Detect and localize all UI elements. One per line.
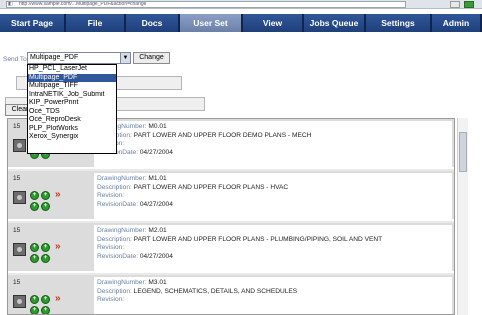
add-icon[interactable]: + (30, 191, 39, 200)
change-button[interactable]: Change (133, 52, 170, 64)
tab-admin[interactable]: Admin (432, 14, 482, 32)
tab-docs[interactable]: Docs (126, 14, 180, 32)
go-button[interactable] (464, 1, 474, 8)
drawing-number: M0.01 (148, 123, 167, 130)
option-xerox-synergix[interactable]: Xerox_Synergix (28, 133, 116, 142)
drawing-number-label: DrawingNumber: (97, 279, 147, 286)
tab-jobs-queue[interactable]: Jobs Queue (304, 14, 366, 32)
add-icon[interactable]: + (41, 295, 50, 304)
tab-view[interactable]: View (243, 14, 304, 32)
add-icon[interactable]: + (41, 202, 50, 211)
add-icon[interactable]: + (30, 295, 39, 304)
add-icon[interactable]: + (41, 306, 50, 314)
list-item: 15 + + + + » DrawingNumber: M3.01 Descri… (8, 275, 454, 314)
thumbnail-icon[interactable] (13, 191, 26, 204)
revision-label: Revision: (97, 192, 125, 199)
browser-dropdown-button[interactable] (450, 1, 460, 8)
tab-start-page[interactable]: Start Page (0, 14, 66, 32)
tab-settings[interactable]: Settings (366, 14, 432, 32)
description-label: Description: (97, 287, 132, 295)
drawing-number-label: DrawingNumber: (97, 227, 147, 234)
revision-label: Revision: (97, 244, 125, 251)
delete-icon[interactable]: » (55, 242, 65, 252)
option-oce-tds[interactable]: Ocè_TDS (28, 108, 116, 117)
item-details: DrawingNumber: M1.01 Description: PART L… (94, 173, 452, 219)
send-to-select[interactable]: Multipage_PDF ▼ (27, 52, 131, 64)
send-to-label: Send To (3, 56, 27, 63)
browser-toolbar: ◧ http://www.sample.com/...Multipage_PDF… (0, 0, 482, 9)
item-count: 15 (13, 279, 21, 286)
delete-icon[interactable]: » (55, 294, 65, 304)
list-scrollbar[interactable] (457, 118, 468, 315)
drawing-number-label: DrawingNumber: (97, 175, 147, 182)
thumbnail-icon[interactable] (13, 295, 26, 308)
add-icon[interactable]: + (30, 254, 39, 263)
item-details: DrawingNumber: M3.01 Description: LEGEND… (94, 277, 452, 314)
item-details: DrawingNumber: M0.01 Description: PART L… (94, 121, 452, 167)
address-text: http://www.sample.com/...Multipage_PDF&a… (19, 1, 147, 7)
add-icon[interactable]: + (41, 191, 50, 200)
send-to-options: HP_PCL_LaserJet Multipage_PDF Multipage_… (27, 64, 117, 154)
item-count: 15 (13, 227, 21, 234)
add-icon[interactable]: + (30, 243, 39, 252)
option-plp-plotworks[interactable]: PLP_PlotWorks (28, 125, 116, 134)
option-multipage-tiff[interactable]: Multipage_TIFF (28, 82, 116, 91)
tab-user-set[interactable]: User Set (180, 14, 243, 32)
revision-label: Revision: (97, 296, 125, 303)
add-icon[interactable]: + (30, 306, 39, 314)
option-oce-reprodesk[interactable]: Ocè_ReproDesk (28, 116, 116, 125)
description: PART LOWER AND UPPER FLOOR DEMO PLANS - … (133, 131, 312, 139)
add-icon[interactable]: + (41, 243, 50, 252)
list-item: 15 + + + + » DrawingNumber: M1.01 Descri… (8, 171, 454, 221)
add-icon[interactable]: + (30, 202, 39, 211)
item-details: DrawingNumber: M2.01 Description: PART L… (94, 225, 452, 271)
description: PART LOWER AND UPPER FLOOR PLANS - PLUMB… (133, 235, 383, 243)
send-to-value: Multipage_PDF (30, 54, 79, 61)
list-item: 15 + + + + » DrawingNumber: M2.01 Descri… (8, 223, 454, 273)
option-multipage-pdf[interactable]: Multipage_PDF (28, 73, 116, 82)
description: LEGEND, SCHEMATICS, DETAILS, AND SCHEDUL… (133, 287, 298, 295)
drawing-number: M1.01 (148, 175, 167, 182)
option-hp-pcl-laserjet[interactable]: HP_PCL_LaserJet (28, 65, 116, 74)
item-count: 15 (13, 175, 21, 182)
chevron-down-icon[interactable]: ▼ (120, 53, 130, 63)
scrollbar-thumb[interactable] (459, 132, 467, 172)
tab-file[interactable]: File (66, 14, 126, 32)
main-nav: Start Page File Docs User Set View Jobs … (0, 14, 482, 32)
drawing-number: M2.01 (148, 227, 167, 234)
revision-date-label: RevisionDate: (97, 252, 139, 260)
item-count: 15 (13, 123, 21, 130)
thumbnail-icon[interactable] (13, 243, 26, 256)
page-icon: ◧ (8, 1, 13, 7)
revision-date: 04/27/2004 (139, 252, 173, 260)
drawing-number: M3.01 (148, 279, 167, 286)
option-kip-powerprint[interactable]: KIP_PowerPrint (28, 99, 116, 108)
description-label: Description: (97, 235, 132, 243)
revision-date: 04/27/2004 (139, 200, 173, 208)
add-icon[interactable]: + (41, 254, 50, 263)
thumbnail-icon[interactable] (13, 139, 26, 152)
revision-date-label: RevisionDate: (97, 200, 139, 208)
description: PART LOWER AND UPPER FLOOR PLANS - HVAC (133, 183, 289, 191)
delete-icon[interactable]: » (55, 190, 65, 200)
description-label: Description: (97, 183, 132, 191)
option-intranetik-job-submit[interactable]: IntraNETIK_Job_Submit (28, 91, 116, 100)
address-bar[interactable]: ◧ http://www.sample.com/...Multipage_PDF… (6, 1, 406, 8)
revision-date: 04/27/2004 (139, 148, 173, 156)
